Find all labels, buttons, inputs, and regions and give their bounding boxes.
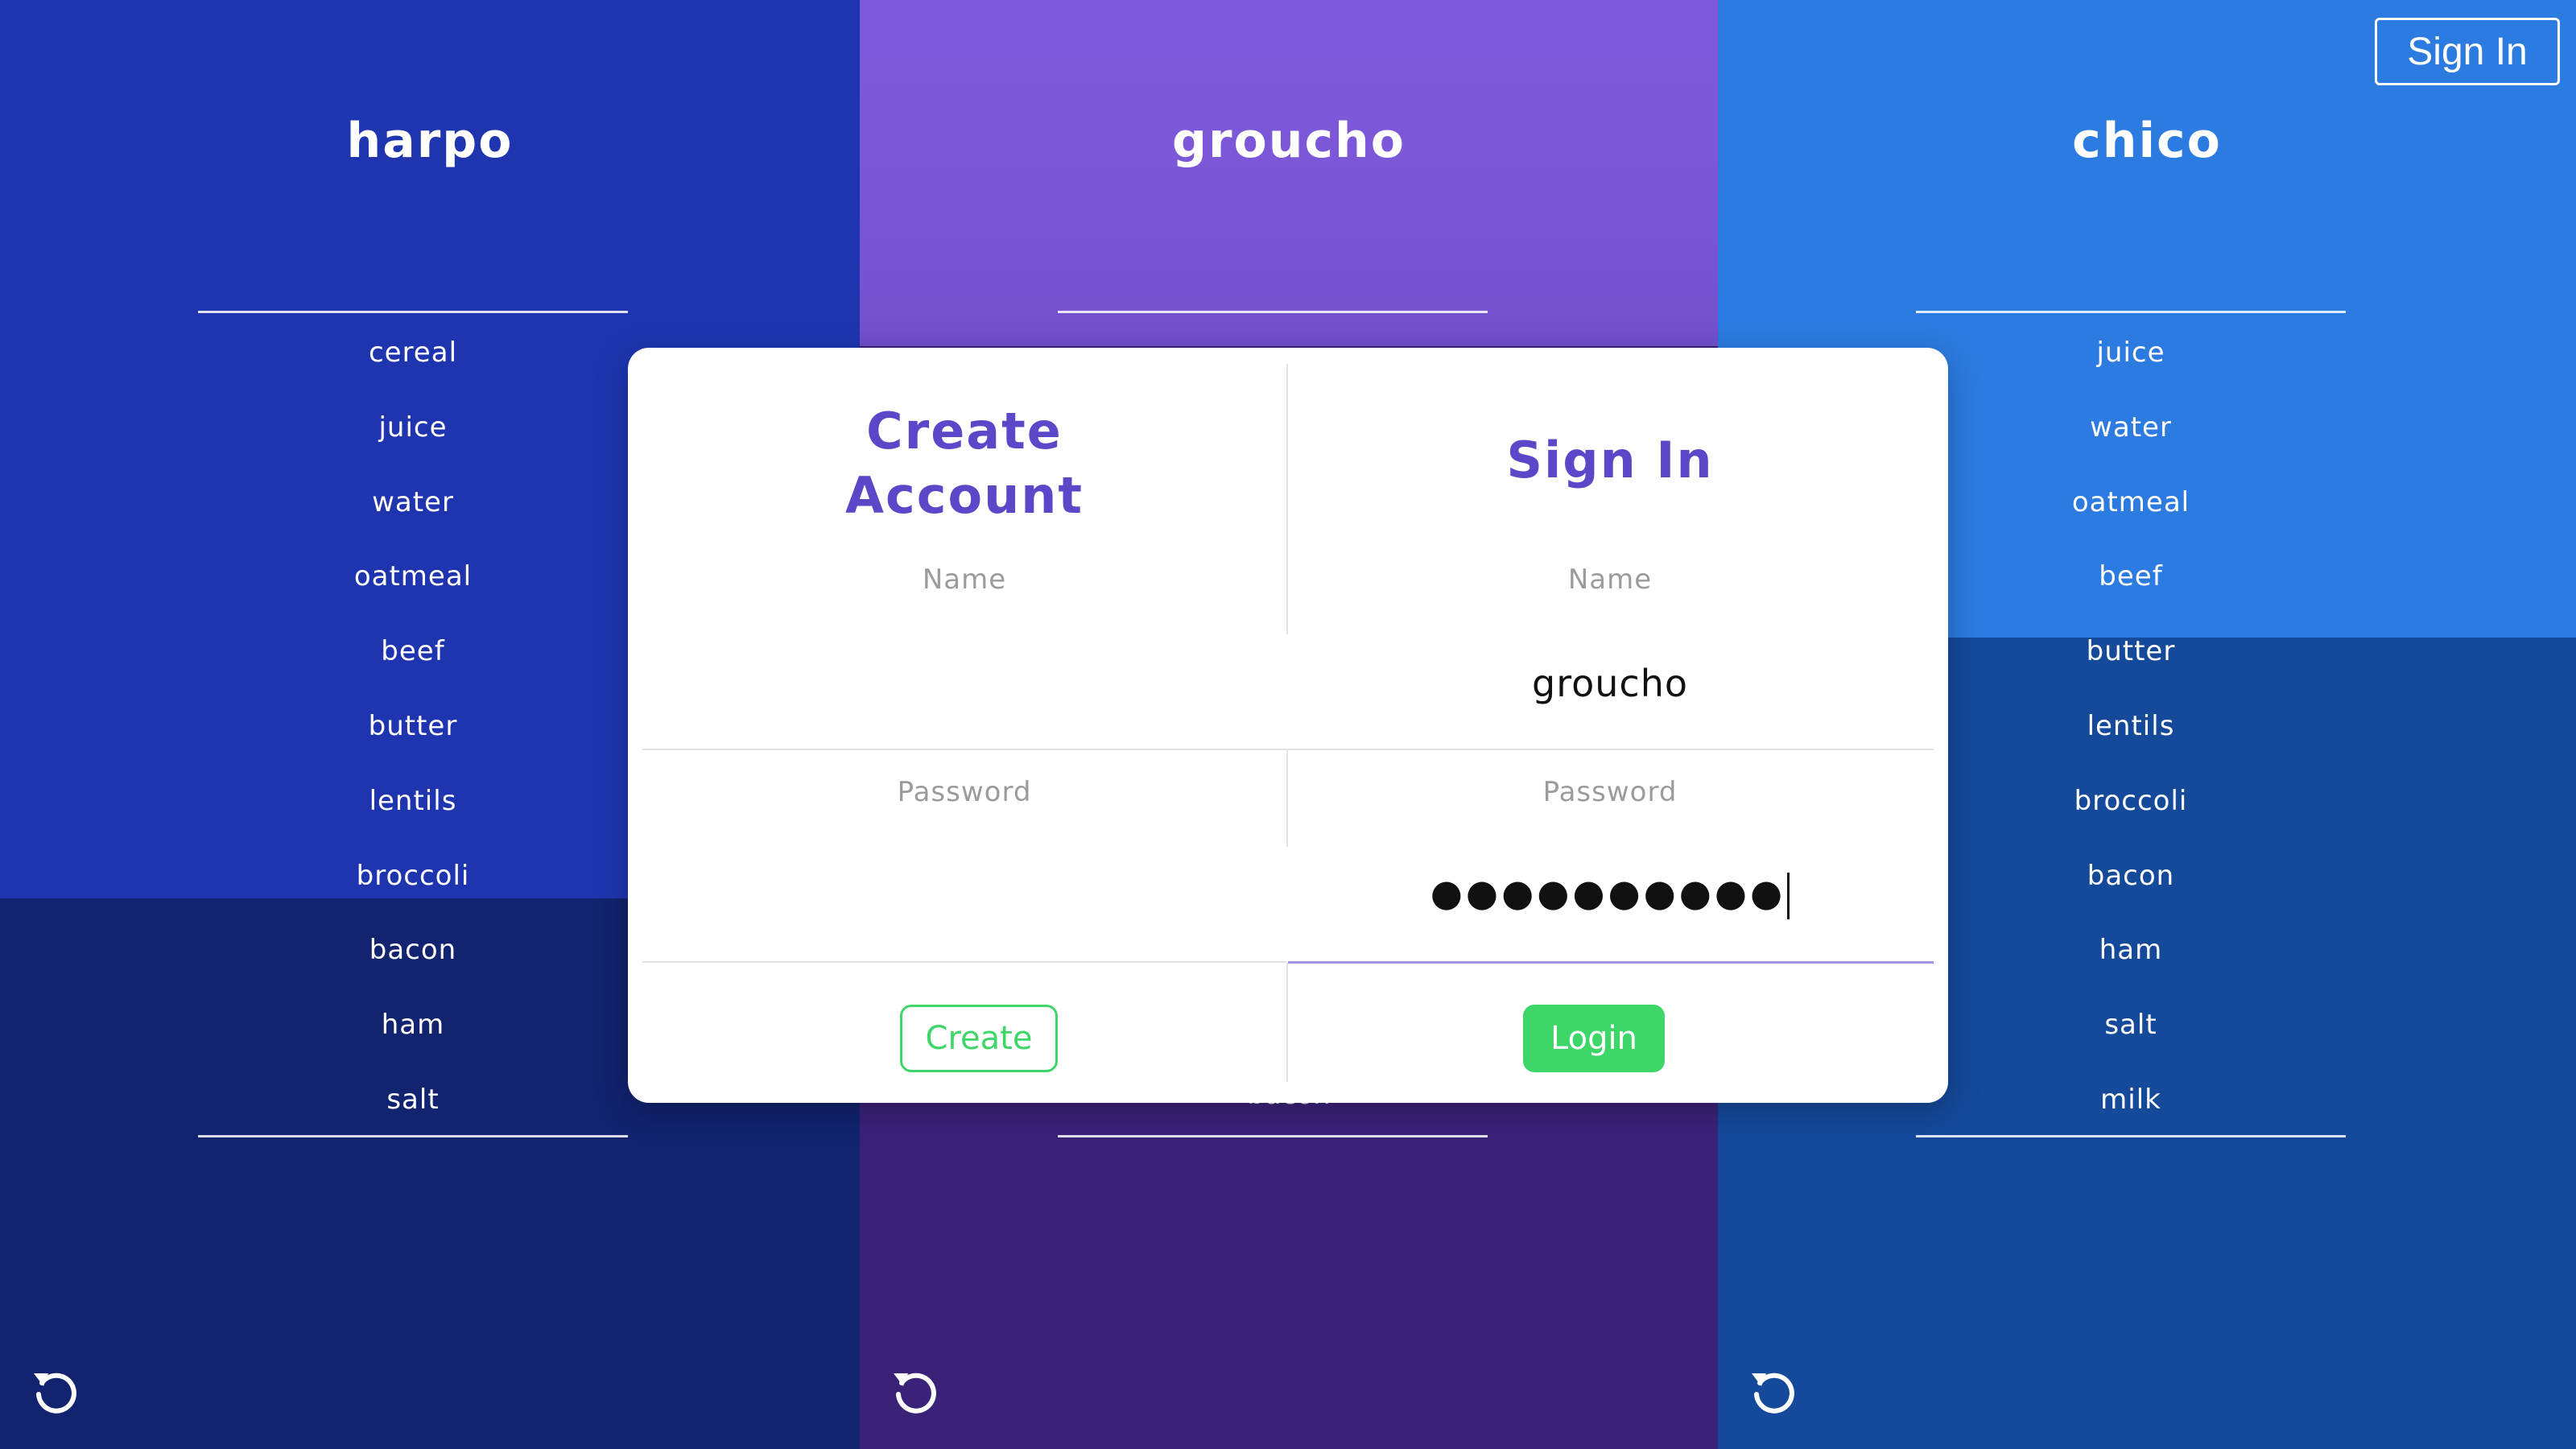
column-title: groucho bbox=[1172, 113, 1406, 169]
list-item[interactable]: butter bbox=[1916, 627, 2346, 702]
list-item[interactable]: bacon bbox=[1916, 852, 2346, 927]
password-label: Password bbox=[897, 776, 1032, 808]
create-account-heading: Create Account bbox=[642, 399, 1286, 528]
create-name-input[interactable] bbox=[658, 654, 1270, 726]
create-button[interactable]: Create bbox=[900, 1005, 1058, 1072]
reset-icon[interactable] bbox=[890, 1367, 940, 1417]
list-item[interactable]: beef bbox=[1916, 552, 2346, 627]
list-item[interactable]: water bbox=[198, 478, 628, 553]
column-bg-top bbox=[860, 0, 1718, 346]
list-item[interactable]: lentils bbox=[198, 777, 628, 852]
create-account-pane: Create Account Name Password Create bbox=[642, 348, 1286, 1103]
list-item[interactable]: beef bbox=[198, 627, 628, 702]
password-label: Password bbox=[1542, 776, 1678, 808]
name-label: Name bbox=[1567, 564, 1653, 596]
column-title: harpo bbox=[346, 113, 514, 169]
item-list: cereal juice water oatmeal beef butter l… bbox=[198, 328, 628, 1150]
column-title: chico bbox=[2072, 113, 2222, 169]
list-divider-bottom bbox=[1916, 1135, 2346, 1137]
reset-icon[interactable] bbox=[1748, 1367, 1798, 1417]
login-button[interactable]: Login bbox=[1523, 1005, 1665, 1072]
list-item[interactable]: salt bbox=[198, 1075, 628, 1150]
item-list: juice water oatmeal beef butter lentils … bbox=[1916, 328, 2346, 1150]
reset-icon[interactable] bbox=[31, 1367, 80, 1417]
list-item[interactable]: broccoli bbox=[198, 852, 628, 927]
signin-password-input[interactable]: ●●●●●●●●●● bbox=[1288, 871, 1932, 919]
signin-heading: Sign In bbox=[1506, 431, 1714, 489]
list-item[interactable]: salt bbox=[1916, 1001, 2346, 1075]
auth-modal: Create Account Name Password Create Sign… bbox=[628, 348, 1948, 1103]
list-item[interactable]: ham bbox=[1916, 926, 2346, 1001]
list-item[interactable]: oatmeal bbox=[198, 552, 628, 627]
list-item[interactable]: cereal bbox=[198, 328, 628, 403]
signin-pane: Sign In Name groucho Password ●●●●●●●●●●… bbox=[1288, 348, 1932, 1103]
list-item[interactable]: lentils bbox=[1916, 702, 2346, 777]
list-divider-top bbox=[1916, 311, 2346, 313]
list-item[interactable]: ham bbox=[198, 1001, 628, 1075]
list-divider-bottom bbox=[1058, 1135, 1488, 1137]
list-item[interactable]: oatmeal bbox=[1916, 478, 2346, 553]
heading-line: Account bbox=[845, 466, 1084, 525]
heading-line: Create bbox=[866, 402, 1063, 460]
header-signin-button[interactable]: Sign In bbox=[2375, 18, 2560, 85]
list-item[interactable]: milk bbox=[1916, 1075, 2346, 1150]
list-item[interactable]: water bbox=[1916, 403, 2346, 478]
list-item[interactable]: juice bbox=[1916, 328, 2346, 403]
list-divider-top bbox=[198, 311, 628, 313]
list-divider-bottom bbox=[198, 1135, 628, 1137]
list-item[interactable]: juice bbox=[198, 403, 628, 478]
password-mask: ●●●●●●●●●● bbox=[1430, 871, 1786, 914]
name-label: Name bbox=[922, 564, 1007, 596]
list-item[interactable]: broccoli bbox=[1916, 777, 2346, 852]
list-divider-top bbox=[1058, 311, 1488, 313]
signin-name-input[interactable]: groucho bbox=[1288, 662, 1932, 705]
create-password-input[interactable] bbox=[658, 868, 1270, 940]
text-caret bbox=[1787, 872, 1790, 919]
list-item[interactable]: bacon bbox=[198, 926, 628, 1001]
list-item[interactable]: butter bbox=[198, 702, 628, 777]
